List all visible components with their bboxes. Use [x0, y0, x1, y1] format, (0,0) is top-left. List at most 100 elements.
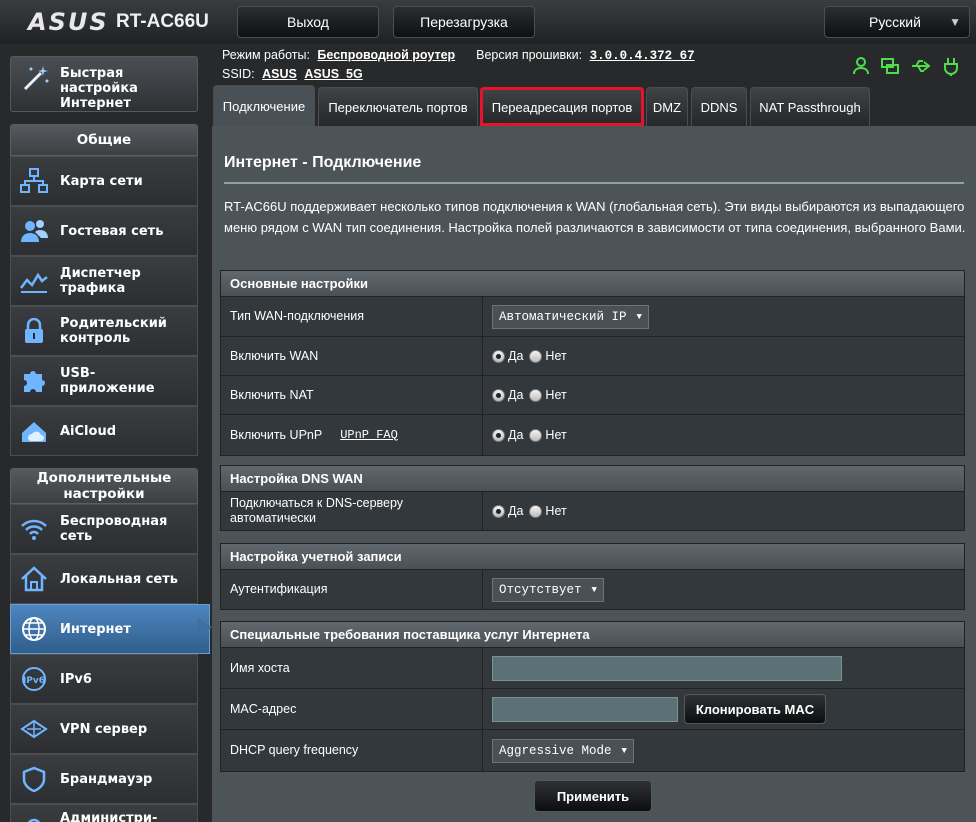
- radio-label: Да: [508, 388, 524, 402]
- auth-value: Отсутствует: [499, 582, 582, 597]
- enable-wan-row: Включить WAN Да Нет: [221, 337, 964, 376]
- dhcp-value: Aggressive Mode: [499, 743, 612, 758]
- firmware-label: Версия прошивки:: [476, 48, 583, 62]
- tab-ddns[interactable]: DDNS: [691, 87, 747, 126]
- auto-dns-yes-radio[interactable]: Да: [492, 504, 523, 518]
- title-divider: [224, 182, 964, 184]
- enable-upnp-label: Включить UPnP: [230, 427, 323, 442]
- auto-dns-no-radio[interactable]: Нет: [529, 504, 567, 518]
- sidebar-item-lan[interactable]: Локальная сеть: [10, 554, 198, 604]
- chevron-down-icon: ▼: [621, 745, 627, 756]
- radio-label: Нет: [545, 349, 567, 363]
- sidebar-item-label: Карта сети: [60, 173, 143, 189]
- puzzle-icon: [19, 368, 49, 394]
- hostname-input[interactable]: [492, 655, 842, 681]
- operation-info: Режим работы: Беспроводной роутер Версия…: [222, 48, 695, 63]
- mode-link[interactable]: Беспроводной роутер: [317, 48, 455, 62]
- quick-setup-button[interactable]: Быстрая настройка Интернет: [10, 56, 198, 112]
- sidebar-item-label: VPN сервер: [60, 721, 148, 737]
- wan-status-icon[interactable]: [942, 56, 960, 81]
- mac-row: MAC-адрес Клонировать MAC: [221, 689, 964, 730]
- tab-nat-passthrough[interactable]: NAT Passthrough: [750, 87, 870, 126]
- enable-wan-no-radio[interactable]: Нет: [529, 349, 567, 363]
- logout-button[interactable]: Выход: [237, 6, 379, 38]
- sidebar-item-network-map[interactable]: Карта сети: [10, 156, 198, 206]
- sidebar-item-label: Беспроводная сеть: [60, 514, 168, 544]
- radio-label: Нет: [545, 504, 567, 518]
- clone-mac-button[interactable]: Клонировать MAC: [684, 694, 826, 724]
- sidebar-item-internet[interactable]: Интернет: [10, 604, 210, 654]
- client-status-icon[interactable]: [852, 56, 870, 81]
- sidebar-item-administration[interactable]: Администри-: [10, 804, 198, 822]
- dhcp-select[interactable]: Aggressive Mode ▼: [492, 738, 634, 763]
- mac-input[interactable]: [492, 696, 678, 722]
- isp-settings-section: Специальные требования поставщика услуг …: [220, 621, 965, 772]
- sidebar-item-label: IPv6: [60, 671, 92, 687]
- enable-nat-no-radio[interactable]: Нет: [529, 388, 567, 402]
- network-status-icon[interactable]: [880, 56, 900, 81]
- admin-icon: [19, 816, 49, 822]
- auth-row: Аутентификация Отсутствует ▼: [221, 570, 964, 609]
- status-icons: [852, 56, 960, 81]
- sidebar-item-traffic-manager[interactable]: Диспетчер трафика: [10, 256, 198, 306]
- page-description: RT-AC66U поддерживает несколько типов по…: [224, 199, 966, 235]
- sidebar-item-parental-control[interactable]: Родительский контроль: [10, 306, 198, 356]
- sidebar-item-wireless[interactable]: Беспроводная сеть: [10, 504, 198, 554]
- cloud-icon: [19, 418, 49, 444]
- sidebar-item-firewall[interactable]: Брандмауэр: [10, 754, 198, 804]
- chevron-down-icon: ▼: [636, 311, 642, 322]
- ssid-link-2[interactable]: ASUS_5G: [304, 67, 362, 81]
- tab-port-forwarding[interactable]: Переадресация портов: [480, 87, 644, 126]
- active-pointer: [198, 618, 212, 636]
- sidebar-item-guest-network[interactable]: Гостевая сеть: [10, 206, 198, 256]
- sidebar-item-label: Гостевая сеть: [60, 223, 164, 239]
- auto-dns-label: Подключаться к DNS-серверу автоматически: [230, 496, 404, 525]
- asus-logo: ASUS: [28, 8, 109, 36]
- section-header: Основные настройки: [221, 271, 964, 297]
- sidebar-item-aicloud[interactable]: AiCloud: [10, 406, 198, 456]
- ssid-link-1[interactable]: ASUS: [262, 67, 297, 81]
- mode-label: Режим работы:: [222, 48, 310, 62]
- language-select[interactable]: Русский ▼: [824, 6, 970, 38]
- tab-connection[interactable]: Подключение: [213, 85, 315, 126]
- magic-wand-icon: [21, 63, 51, 99]
- enable-upnp-no-radio[interactable]: Нет: [529, 428, 567, 442]
- auth-select[interactable]: Отсутствует ▼: [492, 577, 604, 602]
- enable-nat-yes-radio[interactable]: Да: [492, 388, 523, 402]
- sidebar-item-label: Брандмауэр: [60, 771, 153, 787]
- radio-label: Нет: [545, 428, 567, 442]
- hostname-row: Имя хоста: [221, 648, 964, 689]
- firmware-link[interactable]: 3.0.0.4.372_67: [590, 49, 695, 63]
- wan-type-select[interactable]: Автоматический IP ▼: [492, 304, 649, 329]
- sidebar-item-label: AiCloud: [60, 423, 117, 439]
- section-header: Специальные требования поставщика услуг …: [221, 622, 964, 648]
- reboot-button[interactable]: Перезагрузка: [393, 6, 535, 38]
- tab-dmz[interactable]: DMZ: [646, 87, 688, 126]
- language-value: Русский: [869, 14, 921, 30]
- quick-setup-label: Быстрая настройка Интернет: [60, 66, 138, 111]
- sidebar-item-ipv6[interactable]: IPv6 IPv6: [10, 654, 198, 704]
- auto-dns-row: Подключаться к DNS-серверу автоматически…: [221, 492, 964, 530]
- sidebar-item-vpn-server[interactable]: VPN сервер: [10, 704, 198, 754]
- shield-icon: [19, 766, 49, 793]
- hostname-label: Имя хоста: [230, 660, 290, 675]
- advanced-header: Дополнительные настройки: [10, 468, 198, 504]
- radio-label: Да: [508, 504, 524, 518]
- section-header: Настройка учетной записи: [221, 544, 964, 570]
- enable-wan-yes-radio[interactable]: Да: [492, 349, 523, 363]
- usb-status-icon[interactable]: [910, 56, 932, 81]
- radio-label: Да: [508, 428, 524, 442]
- wifi-icon: [19, 516, 49, 542]
- upnp-faq-link[interactable]: UPnP FAQ: [340, 428, 398, 443]
- radio-label: Нет: [545, 388, 567, 402]
- sidebar-item-usb-application[interactable]: USB-приложение: [10, 356, 198, 406]
- enable-wan-label: Включить WAN: [230, 348, 319, 363]
- apply-button[interactable]: Применить: [534, 780, 652, 812]
- enable-nat-row: Включить NAT Да Нет: [221, 376, 964, 415]
- page-title: Интернет - Подключение: [224, 154, 422, 171]
- sidebar-item-label: Диспетчер трафика: [60, 266, 141, 296]
- enable-upnp-yes-radio[interactable]: Да: [492, 428, 523, 442]
- tab-port-switch[interactable]: Переключатель портов: [318, 87, 478, 126]
- sidebar-item-label: Администри-: [60, 811, 158, 822]
- enable-upnp-label-cell: Включить UPnP UPnP FAQ: [230, 415, 482, 455]
